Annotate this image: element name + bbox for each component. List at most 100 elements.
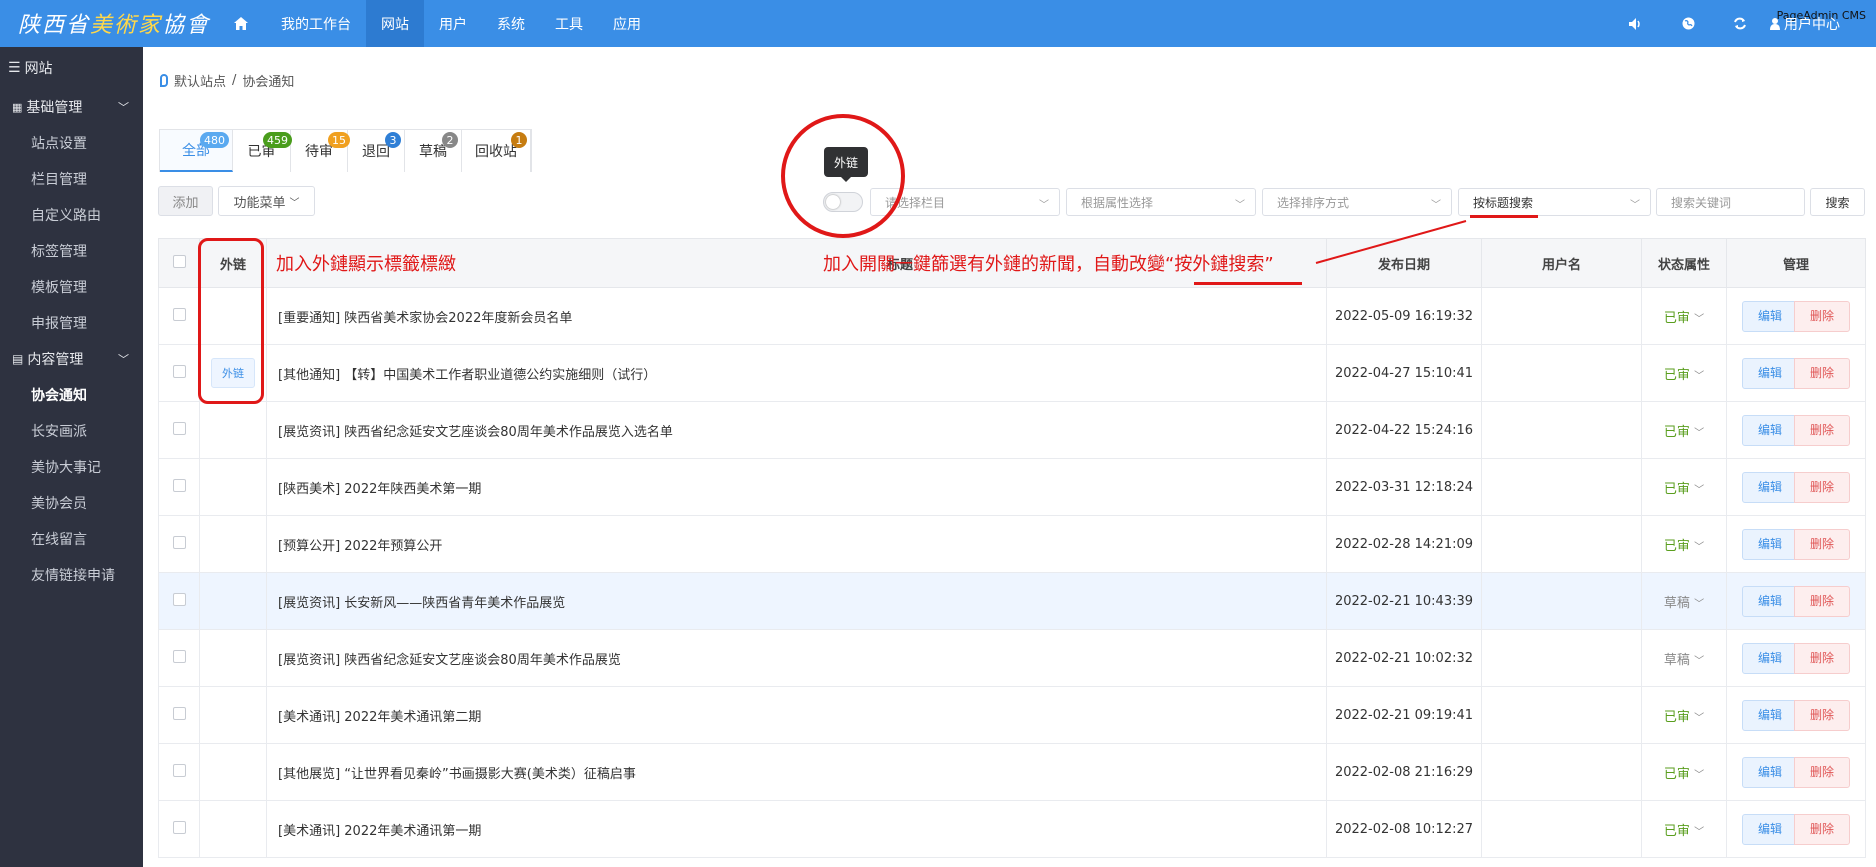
edit-button[interactable]: 编辑: [1742, 300, 1798, 332]
refresh-icon[interactable]: [1714, 0, 1766, 47]
nav-tools[interactable]: 工具: [540, 0, 598, 47]
edit-button[interactable]: 编辑: [1742, 414, 1798, 446]
row-title[interactable]: [其他展览] “让世界看见秦岭”书画摄影大赛(美术类）征稿启事: [266, 743, 1327, 801]
speaker-icon[interactable]: [1610, 0, 1662, 47]
keyword-input[interactable]: 搜索关键词: [1656, 188, 1805, 216]
row-date: 2022-02-21 10:02:32: [1326, 629, 1482, 687]
row-checkbox[interactable]: [172, 478, 186, 492]
tab-recycle-bin[interactable]: 回收站 1: [462, 130, 531, 172]
globe-icon[interactable]: [1662, 0, 1714, 47]
row-select-cell: [158, 344, 200, 402]
row-checkbox[interactable]: [172, 307, 186, 321]
add-button[interactable]: 添加: [158, 186, 213, 216]
sidebar-item-members[interactable]: 美协会员: [0, 485, 143, 521]
row-status-cell[interactable]: 已审 ﹀: [1641, 800, 1727, 858]
edit-button[interactable]: 编辑: [1742, 642, 1798, 674]
tab-returned[interactable]: 退回 3: [348, 130, 405, 172]
delete-button[interactable]: 删除: [1794, 414, 1850, 446]
breadcrumb-site[interactable]: 默认站点: [174, 71, 226, 90]
row-status-cell[interactable]: 已审 ﹀: [1641, 458, 1727, 516]
chevron-down-icon: ﹀: [1694, 655, 1705, 667]
row-title[interactable]: [美术通讯] 2022年美术通讯第二期: [266, 686, 1327, 744]
edit-button[interactable]: 编辑: [1742, 357, 1798, 389]
row-status-cell[interactable]: 已审 ﹀: [1641, 515, 1727, 573]
row-checkbox[interactable]: [172, 649, 186, 663]
tab-approved[interactable]: 已审 459: [233, 130, 292, 172]
edit-button[interactable]: 编辑: [1742, 528, 1798, 560]
sidebar-group-basic[interactable]: ▦ 基础管理 ﹀: [0, 89, 143, 125]
row-title[interactable]: [展览资讯] 陕西省纪念延安文艺座谈会80周年美术作品展览入选名单: [266, 401, 1327, 459]
row-checkbox[interactable]: [172, 421, 186, 435]
sidebar-item-templates[interactable]: 模板管理: [0, 269, 143, 305]
row-status-cell[interactable]: 已审 ﹀: [1641, 344, 1727, 402]
tab-all[interactable]: 全部 480: [160, 130, 233, 172]
logo-text-tail: 協會: [162, 13, 211, 38]
row-title[interactable]: [预算公开] 2022年预算公开: [266, 515, 1327, 573]
sidebar-item-friend-links[interactable]: 友情链接申请: [0, 557, 143, 593]
sidebar-group-content[interactable]: ▤ 内容管理 ﹀: [0, 341, 143, 377]
attribute-select[interactable]: 根据属性选择 ﹀: [1066, 188, 1256, 216]
row-checkbox[interactable]: [172, 706, 186, 720]
row-link-cell: [199, 686, 267, 744]
delete-button[interactable]: 删除: [1794, 813, 1850, 845]
delete-button[interactable]: 删除: [1794, 528, 1850, 560]
select-all-checkbox[interactable]: [172, 254, 186, 268]
sidebar-item-events[interactable]: 美协大事记: [0, 449, 143, 485]
delete-button[interactable]: 删除: [1794, 699, 1850, 731]
delete-button[interactable]: 删除: [1794, 357, 1850, 389]
row-title[interactable]: [美术通讯] 2022年美术通讯第一期: [266, 800, 1327, 858]
function-menu-button[interactable]: 功能菜单 ﹀: [218, 186, 315, 216]
edit-button[interactable]: 编辑: [1742, 585, 1798, 617]
sidebar-item-messages[interactable]: 在线留言: [0, 521, 143, 557]
row-checkbox[interactable]: [172, 592, 186, 606]
row-status-cell[interactable]: 已审 ﹀: [1641, 287, 1727, 345]
nav-users[interactable]: 用户: [424, 0, 482, 47]
row-title[interactable]: [其他通知] 【转】中国美术工作者职业道德公约实施细则（试行）: [266, 344, 1327, 402]
attribute-select-placeholder: 根据属性选择: [1081, 195, 1154, 210]
status-label: 已审: [1663, 367, 1690, 383]
search-button[interactable]: 搜索: [1810, 188, 1865, 216]
row-checkbox[interactable]: [172, 364, 186, 378]
edit-button[interactable]: 编辑: [1742, 471, 1798, 503]
sidebar-item-site-settings[interactable]: 站点设置: [0, 125, 143, 161]
sort-select[interactable]: 选择排序方式 ﹀: [1262, 188, 1452, 216]
sidebar-item-columns[interactable]: 栏目管理: [0, 161, 143, 197]
site-logo[interactable]: 陕西省 美術家 協會: [18, 6, 210, 40]
row-title[interactable]: [展览资讯] 长安新风——陕西省青年美术作品展览: [266, 572, 1327, 630]
delete-button[interactable]: 删除: [1794, 471, 1850, 503]
nav-home[interactable]: [216, 0, 266, 47]
sidebar-item-tags[interactable]: 标签管理: [0, 233, 143, 269]
row-checkbox[interactable]: [172, 820, 186, 834]
tab-drafts[interactable]: 草稿 2: [405, 130, 462, 172]
edit-button[interactable]: 编辑: [1742, 756, 1798, 788]
nav-workbench[interactable]: 我的工作台: [266, 0, 366, 47]
row-checkbox[interactable]: [172, 763, 186, 777]
row-status-cell[interactable]: 已审 ﹀: [1641, 401, 1727, 459]
sidebar-item-routes[interactable]: 自定义路由: [0, 197, 143, 233]
nav-apps[interactable]: 应用: [598, 0, 656, 47]
row-status-cell[interactable]: 草稿 ﹀: [1641, 629, 1727, 687]
delete-button[interactable]: 删除: [1794, 642, 1850, 674]
row-status-cell[interactable]: 已审 ﹀: [1641, 686, 1727, 744]
row-title[interactable]: [重要通知] 陕西省美术家协会2022年度新会员名单: [266, 287, 1327, 345]
sidebar-header[interactable]: ☰ 网站: [0, 47, 143, 89]
delete-button[interactable]: 删除: [1794, 756, 1850, 788]
search-mode-select[interactable]: 按标题搜索 ﹀: [1458, 188, 1651, 216]
delete-button[interactable]: 删除: [1794, 300, 1850, 332]
tab-pending[interactable]: 待审 15: [291, 130, 350, 172]
sidebar-item-applications[interactable]: 申报管理: [0, 305, 143, 341]
delete-button[interactable]: 删除: [1794, 585, 1850, 617]
row-title[interactable]: [展览资讯] 陕西省纪念延安文艺座谈会80周年美术作品展览: [266, 629, 1327, 687]
edit-button[interactable]: 编辑: [1742, 699, 1798, 731]
nav-website[interactable]: 网站: [366, 0, 424, 47]
edit-button[interactable]: 编辑: [1742, 813, 1798, 845]
row-user: [1481, 458, 1642, 516]
sidebar-item-changan[interactable]: 长安画派: [0, 413, 143, 449]
nav-system[interactable]: 系统: [482, 0, 540, 47]
row-status-cell[interactable]: 草稿 ﹀: [1641, 572, 1727, 630]
user-center-link[interactable]: 用户中心: [1766, 14, 1876, 34]
sidebar-item-notices[interactable]: 协会通知: [0, 377, 143, 413]
row-checkbox[interactable]: [172, 535, 186, 549]
row-title[interactable]: [陕西美术] 2022年陕西美术第一期: [266, 458, 1327, 516]
row-status-cell[interactable]: 已审 ﹀: [1641, 743, 1727, 801]
